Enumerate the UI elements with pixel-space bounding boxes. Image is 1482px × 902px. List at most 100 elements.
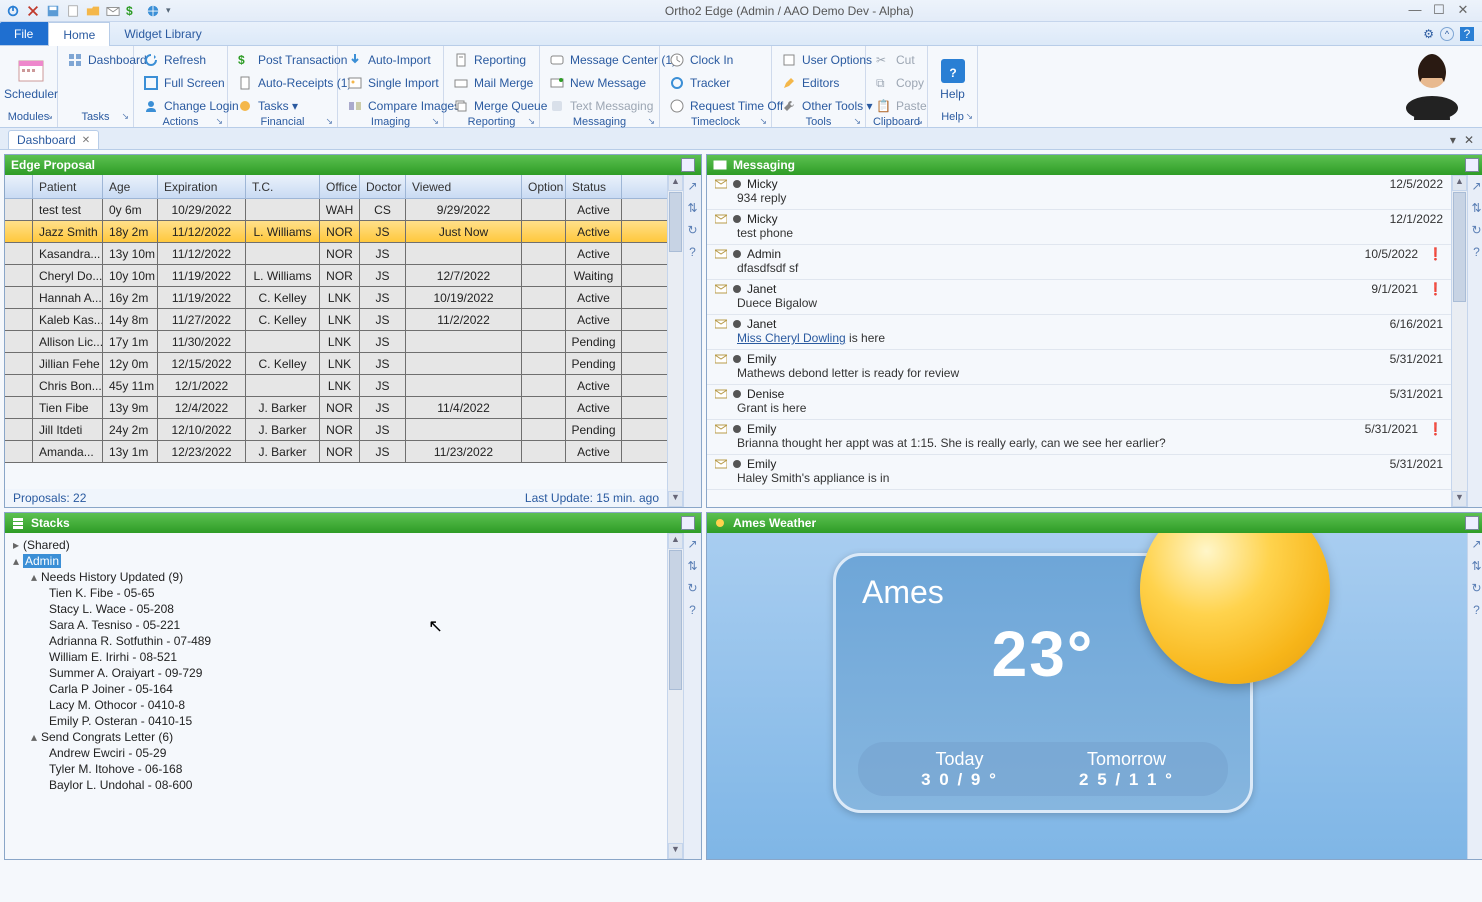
dock-dropdown-icon[interactable]: ▾ <box>1450 133 1456 147</box>
refresh-icon[interactable]: ↻ <box>1470 581 1482 595</box>
scroll-up-icon[interactable]: ▲ <box>668 175 683 191</box>
col-option[interactable]: Option <box>522 175 566 198</box>
refresh-icon[interactable]: ↻ <box>1470 223 1482 237</box>
tree-node-group[interactable]: ▴Needs History Updated (9) <box>13 569 659 585</box>
mail-merge-button[interactable]: Mail Merge <box>450 72 551 93</box>
message-item[interactable]: Janet6/16/2021Miss Cheryl Dowling is her… <box>707 315 1451 350</box>
help-button[interactable]: ?Help <box>934 49 971 109</box>
tree-leaf[interactable]: Summer A. Oraiyart - 09-729 <box>13 665 659 681</box>
user-avatar[interactable] <box>1382 46 1482 120</box>
table-row[interactable]: Cheryl Do...10y 10m11/19/2022L. Williams… <box>5 265 667 287</box>
tree-leaf[interactable]: Emily P. Osteran - 0410-15 <box>13 713 659 729</box>
stacks-scrollbar[interactable]: ▲ ▼ <box>667 533 683 859</box>
menu-file[interactable]: File <box>0 22 48 45</box>
col-expiration[interactable]: Expiration <box>158 175 246 198</box>
message-link[interactable]: Miss Cheryl Dowling <box>737 331 846 345</box>
toggle-icon[interactable]: ⇅ <box>1470 201 1482 215</box>
scroll-thumb[interactable] <box>669 550 682 690</box>
tree-leaf[interactable]: Carla P Joiner - 05-164 <box>13 681 659 697</box>
tree-leaf[interactable]: Stacy L. Wace - 05-208 <box>13 601 659 617</box>
money-icon[interactable]: $ <box>126 4 140 18</box>
message-item[interactable]: Emily5/31/2021❗Brianna thought her appt … <box>707 420 1451 455</box>
message-item[interactable]: Admin10/5/2022❗dfasdfsdf sf <box>707 245 1451 280</box>
scheduler-button[interactable]: Scheduler <box>6 49 56 109</box>
message-item[interactable]: Emily5/31/2021Haley Smith's appliance is… <box>707 455 1451 490</box>
tab-close-icon[interactable]: ✕ <box>82 135 90 146</box>
folder-open-icon[interactable] <box>86 4 100 18</box>
toggle-icon[interactable]: ⇅ <box>1470 559 1482 573</box>
editors-button[interactable]: Editors <box>778 72 877 93</box>
tree-leaf[interactable]: Tyler M. Itohove - 06-168 <box>13 761 659 777</box>
expand-icon[interactable]: ↗ <box>1470 179 1482 193</box>
scroll-down-icon[interactable]: ▼ <box>1452 491 1467 507</box>
tree-leaf[interactable]: Sara A. Tesniso - 05-221 <box>13 617 659 633</box>
messaging-scrollbar[interactable]: ▲ ▼ <box>1451 175 1467 507</box>
message-item[interactable]: Emily5/31/2021Mathews debond letter is r… <box>707 350 1451 385</box>
widget-maximize-icon[interactable] <box>1465 516 1479 530</box>
note-icon[interactable] <box>66 4 80 18</box>
refresh-icon[interactable]: ↻ <box>686 223 700 237</box>
table-row[interactable]: Tien Fibe13y 9m12/4/2022J. BarkerNORJS11… <box>5 397 667 419</box>
table-scrollbar[interactable]: ▲ ▼ <box>667 175 683 507</box>
tree-leaf[interactable]: William E. Irirhi - 08-521 <box>13 649 659 665</box>
widget-maximize-icon[interactable] <box>681 516 695 530</box>
table-row[interactable]: Jill Itdeti24y 2m12/10/2022J. BarkerNORJ… <box>5 419 667 441</box>
table-row[interactable]: Kasandra...13y 10m11/12/2022NORJSActive <box>5 243 667 265</box>
menu-widget-library[interactable]: Widget Library <box>110 22 216 45</box>
table-row[interactable]: Jillian Fehe12y 0m12/15/2022C. KelleyLNK… <box>5 353 667 375</box>
tree-leaf[interactable]: Adrianna R. Sotfuthin - 07-489 <box>13 633 659 649</box>
col-doctor[interactable]: Doctor <box>360 175 406 198</box>
table-row[interactable]: Chris Bon...45y 11m12/1/2022LNKJSActive <box>5 375 667 397</box>
user-options-button[interactable]: User Options <box>778 49 877 70</box>
scroll-down-icon[interactable]: ▼ <box>668 843 683 859</box>
power-icon[interactable] <box>6 4 20 18</box>
tab-dashboard[interactable]: Dashboard ✕ <box>8 130 99 149</box>
scroll-down-icon[interactable]: ▼ <box>668 491 683 507</box>
close-icon[interactable] <box>26 4 40 18</box>
scroll-up-icon[interactable]: ▲ <box>668 533 683 549</box>
help-icon[interactable]: ? <box>1460 27 1474 41</box>
tree-leaf[interactable]: Lacy M. Othocor - 0410-8 <box>13 697 659 713</box>
widget-maximize-icon[interactable] <box>681 158 695 172</box>
col-tc[interactable]: T.C. <box>246 175 320 198</box>
col-office[interactable]: Office <box>320 175 360 198</box>
close-button[interactable]: ✕ <box>1456 4 1470 18</box>
table-row[interactable]: test test0y 6m10/29/2022WAHCS9/29/2022Ac… <box>5 199 667 221</box>
clock-in-button[interactable]: Clock In <box>666 49 787 70</box>
stacks-tree[interactable]: ▸(Shared)▴Admin▴Needs History Updated (9… <box>5 533 667 859</box>
help-icon[interactable]: ? <box>686 603 700 617</box>
col-age[interactable]: Age <box>103 175 158 198</box>
tree-leaf[interactable]: Andrew Ewciri - 05-29 <box>13 745 659 761</box>
expand-icon[interactable]: ↗ <box>1470 537 1482 551</box>
table-row[interactable]: Jazz Smith18y 2m11/12/2022L. WilliamsNOR… <box>5 221 667 243</box>
toggle-icon[interactable]: ⇅ <box>686 201 700 215</box>
message-item[interactable]: Micky12/1/2022test phone <box>707 210 1451 245</box>
tracker-button[interactable]: Tracker <box>666 72 787 93</box>
tree-leaf[interactable]: Baylor L. Undohal - 08-600 <box>13 777 659 793</box>
col-viewed[interactable]: Viewed <box>406 175 522 198</box>
tree-node-group[interactable]: ▴Send Congrats Letter (6) <box>13 729 659 745</box>
tree-node-admin[interactable]: ▴Admin <box>13 553 659 569</box>
save-icon[interactable] <box>46 4 60 18</box>
expand-icon[interactable]: ↗ <box>686 179 700 193</box>
refresh-icon[interactable]: ↻ <box>686 581 700 595</box>
table-row[interactable]: Kaleb Kas...14y 8m11/27/2022C. KelleyLNK… <box>5 309 667 331</box>
col-star[interactable] <box>5 175 33 198</box>
col-status[interactable]: Status <box>566 175 622 198</box>
message-item[interactable]: Denise5/31/2021Grant is here <box>707 385 1451 420</box>
col-patient[interactable]: Patient <box>33 175 103 198</box>
mail-icon[interactable] <box>106 4 120 18</box>
tree-leaf[interactable]: Tien K. Fibe - 05-65 <box>13 585 659 601</box>
merge-queue-button[interactable]: Merge Queue <box>450 95 551 116</box>
message-item[interactable]: Janet9/1/2021❗Duece Bigalow <box>707 280 1451 315</box>
tree-node-shared[interactable]: ▸(Shared) <box>13 537 659 553</box>
scroll-thumb[interactable] <box>1453 192 1466 302</box>
globe-icon[interactable] <box>146 4 160 18</box>
menu-home[interactable]: Home <box>48 22 110 46</box>
scroll-up-icon[interactable]: ▲ <box>1452 175 1467 191</box>
dock-close-icon[interactable]: ✕ <box>1464 133 1474 147</box>
collapse-ribbon-icon[interactable]: ^ <box>1440 27 1454 41</box>
request-time-off-button[interactable]: Request Time Off <box>666 95 787 116</box>
minimize-button[interactable]: — <box>1408 4 1422 18</box>
table-row[interactable]: Hannah A...16y 2m11/19/2022C. KelleyLNKJ… <box>5 287 667 309</box>
